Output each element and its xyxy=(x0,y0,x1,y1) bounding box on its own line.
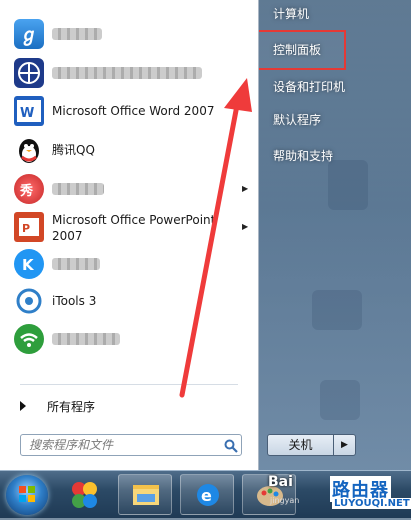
program-item[interactable]: K xyxy=(8,245,258,283)
program-item[interactable]: ℊ xyxy=(8,15,258,53)
network-globe-icon xyxy=(14,58,44,88)
all-programs-label: 所有程序 xyxy=(47,400,96,414)
program-item[interactable] xyxy=(8,54,258,92)
red-show-icon: 秀 xyxy=(14,174,44,204)
devices-printers-label: 设备和打印机 xyxy=(273,80,346,94)
app-icon-blue-9: ℊ xyxy=(14,19,44,49)
blurred-label xyxy=(52,183,104,195)
program-label: 腾讯QQ xyxy=(52,143,95,157)
svg-text:ℊ: ℊ xyxy=(20,25,38,47)
help-support-label: 帮助和支持 xyxy=(273,149,334,163)
start-menu-right-pane: 计算机 控制面板 设备和打印机 默认程序 帮助和支持 xyxy=(259,0,411,470)
expand-arrow-icon xyxy=(20,401,26,411)
start-menu-programs-pane: ℊ W Microsoft Office Word 2007 腾讯QQ 秀 ▶ … xyxy=(0,0,259,470)
shutdown-options-button[interactable]: ▶ xyxy=(334,434,356,456)
program-item-qq[interactable]: 腾讯QQ xyxy=(8,131,258,169)
submenu-arrow-icon: ▶ xyxy=(242,222,249,231)
blurred-label xyxy=(52,333,120,345)
blurred-label xyxy=(52,258,100,270)
submenu-arrow-icon: ▶ xyxy=(242,184,249,193)
file-explorer-icon[interactable] xyxy=(118,474,172,515)
program-label: Microsoft Office Word 2007 xyxy=(52,104,215,118)
program-item[interactable] xyxy=(8,320,258,358)
watermark-site-en: LUYOUQI.NET xyxy=(332,498,411,509)
search-icon[interactable] xyxy=(224,438,238,453)
watermark: Bai jingyan 路由器 LUYOUQI.NET xyxy=(268,470,411,517)
program-label: iTools 3 xyxy=(52,294,97,308)
svg-text:K: K xyxy=(22,256,35,274)
computer-link[interactable]: 计算机 xyxy=(259,0,411,28)
computer-label: 计算机 xyxy=(273,7,310,21)
start-orb-icon[interactable] xyxy=(6,475,48,515)
shutdown-button[interactable]: 关机 xyxy=(267,434,334,456)
help-support-link[interactable]: 帮助和支持 xyxy=(259,142,411,170)
devices-printers-link[interactable]: 设备和打印机 xyxy=(259,73,411,101)
search-box[interactable]: 搜索程序和文件 xyxy=(20,434,242,456)
search-placeholder: 搜索程序和文件 xyxy=(29,438,114,452)
watermark-brand: Bai xyxy=(268,474,293,490)
program-item-powerpoint[interactable]: P Microsoft Office PowerPoint 2007 ▶ xyxy=(8,208,258,246)
shutdown-group: 关机 ▶ xyxy=(267,434,357,456)
blurred-label xyxy=(52,67,202,79)
svg-text:e: e xyxy=(201,486,212,505)
powerpoint-2007-icon: P xyxy=(14,212,44,242)
svg-text:P: P xyxy=(22,222,30,235)
blurred-label xyxy=(52,28,102,40)
default-programs-link[interactable]: 默认程序 xyxy=(259,106,411,134)
program-label: Microsoft Office PowerPoint 2007 xyxy=(52,213,216,243)
program-item[interactable]: 秀 ▶ xyxy=(8,170,258,208)
default-programs-label: 默认程序 xyxy=(273,113,322,127)
itools-icon xyxy=(14,286,44,316)
pinwheel-app-icon[interactable] xyxy=(56,474,110,515)
word-2007-icon: W xyxy=(14,96,44,126)
svg-text:秀: 秀 xyxy=(19,183,34,199)
menu-separator xyxy=(20,384,238,385)
all-programs-item[interactable]: 所有程序 xyxy=(16,395,246,419)
k-circle-icon: K xyxy=(14,249,44,279)
internet-explorer-icon[interactable]: e xyxy=(180,474,234,515)
program-item-word[interactable]: W Microsoft Office Word 2007 xyxy=(8,92,258,130)
watermark-small: jingyan xyxy=(270,496,300,505)
green-wifi-icon xyxy=(14,324,44,354)
program-item-itools[interactable]: iTools 3 xyxy=(8,282,258,320)
svg-text:W: W xyxy=(20,106,34,121)
qq-penguin-icon xyxy=(14,135,44,165)
